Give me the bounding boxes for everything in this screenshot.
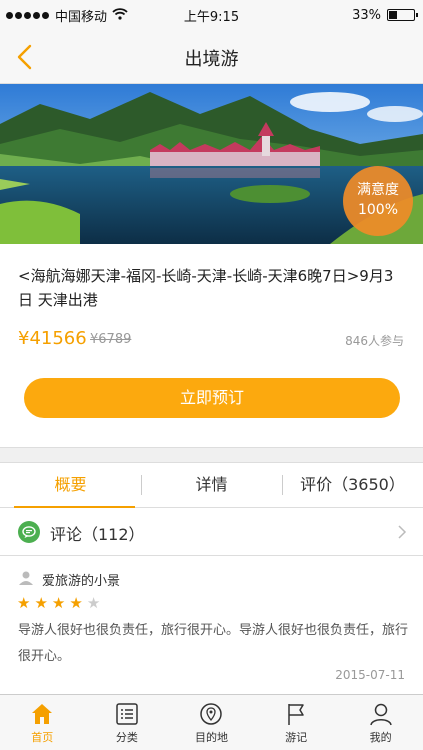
detail-tabs: 概要 详情 评价（3650） <box>0 462 423 508</box>
tabbar-label: 分类 <box>115 731 138 744</box>
trip-info-card: <海航海娜天津-福冈-长崎-天津-长崎-天津6晚7日>9月3日 天津出港 ¥41… <box>0 244 423 448</box>
rating-stars: ★ ★ ★ ★ ★ <box>17 596 100 611</box>
star-empty-icon: ★ <box>86 594 101 612</box>
current-price: ¥41566 <box>18 328 87 349</box>
tab-reviews[interactable]: 评价（3650） <box>282 463 423 507</box>
tabbar-label: 我的 <box>369 731 392 744</box>
tabbar-item-home[interactable]: 首页 <box>0 695 85 750</box>
satisfaction-badge: 满意度 100% <box>343 166 413 236</box>
comments-title: 评论（112） <box>50 525 145 544</box>
chat-icon <box>18 521 40 543</box>
tabbar-item-category[interactable]: 分类 <box>85 695 170 750</box>
tab-details[interactable]: 详情 <box>141 463 282 507</box>
flag-icon <box>288 704 304 725</box>
reviewer-name: 爱旅游的小景 <box>42 574 121 589</box>
tab-overview[interactable]: 概要 <box>0 463 141 508</box>
participant-count: 846人参与 <box>345 334 404 348</box>
tabbar-item-travelogue[interactable]: 游记 <box>254 695 339 750</box>
review-date: 2015-07-11 <box>335 668 405 682</box>
tabbar-item-destination[interactable]: 目的地 <box>169 695 254 750</box>
battery-icon <box>387 9 418 21</box>
original-price: ¥6789 <box>90 332 132 347</box>
tabbar-label: 首页 <box>31 731 54 744</box>
bottom-tab-bar: 首页 分类 目的地 游记 我的 <box>0 694 423 750</box>
star-filled-icon: ★ <box>34 594 48 612</box>
nav-bar: 出境游 <box>0 30 423 84</box>
star-filled-icon: ★ <box>17 594 31 612</box>
reviewer-avatar-icon <box>19 571 33 585</box>
chevron-right-icon <box>398 525 407 539</box>
status-bar: 中国移动 上午9:15 33% <box>0 0 423 30</box>
tabbar-item-mine[interactable]: 我的 <box>338 695 423 750</box>
tabbar-label: 游记 <box>285 731 308 744</box>
book-now-button[interactable]: 立即预订 <box>24 378 400 418</box>
list-icon <box>116 703 138 725</box>
location-icon <box>200 703 223 725</box>
home-icon <box>32 704 53 724</box>
comments-header[interactable]: 评论（112） <box>0 508 423 556</box>
star-filled-icon: ★ <box>51 594 66 612</box>
hero-image[interactable]: 满意度 100% <box>0 84 423 244</box>
review-text: 导游人很好也很负责任，旅行很开心。导游人很好也很负责任，旅行很开心。 <box>18 623 409 664</box>
satisfaction-label: 满意度 <box>357 182 399 198</box>
battery-group: 33% <box>352 7 418 23</box>
user-icon <box>369 703 392 726</box>
trip-title: <海航海娜天津-福冈-长崎-天津-长崎-天津6晚7日>9月3日 天津出港 <box>18 267 394 309</box>
price-row: ¥41566 ¥6789 846人参与 <box>18 328 404 352</box>
star-filled-icon: ★ <box>69 594 83 612</box>
page-title: 出境游 <box>184 49 239 70</box>
battery-percent: 33% <box>352 7 381 23</box>
tabbar-label: 目的地 <box>194 731 228 744</box>
review-item: 爱旅游的小景 ★ ★ ★ ★ ★ 导游人很好也很负责任，旅行很开心。导游人很好也很负责任… <box>0 556 423 694</box>
satisfaction-value: 100% <box>357 202 399 218</box>
